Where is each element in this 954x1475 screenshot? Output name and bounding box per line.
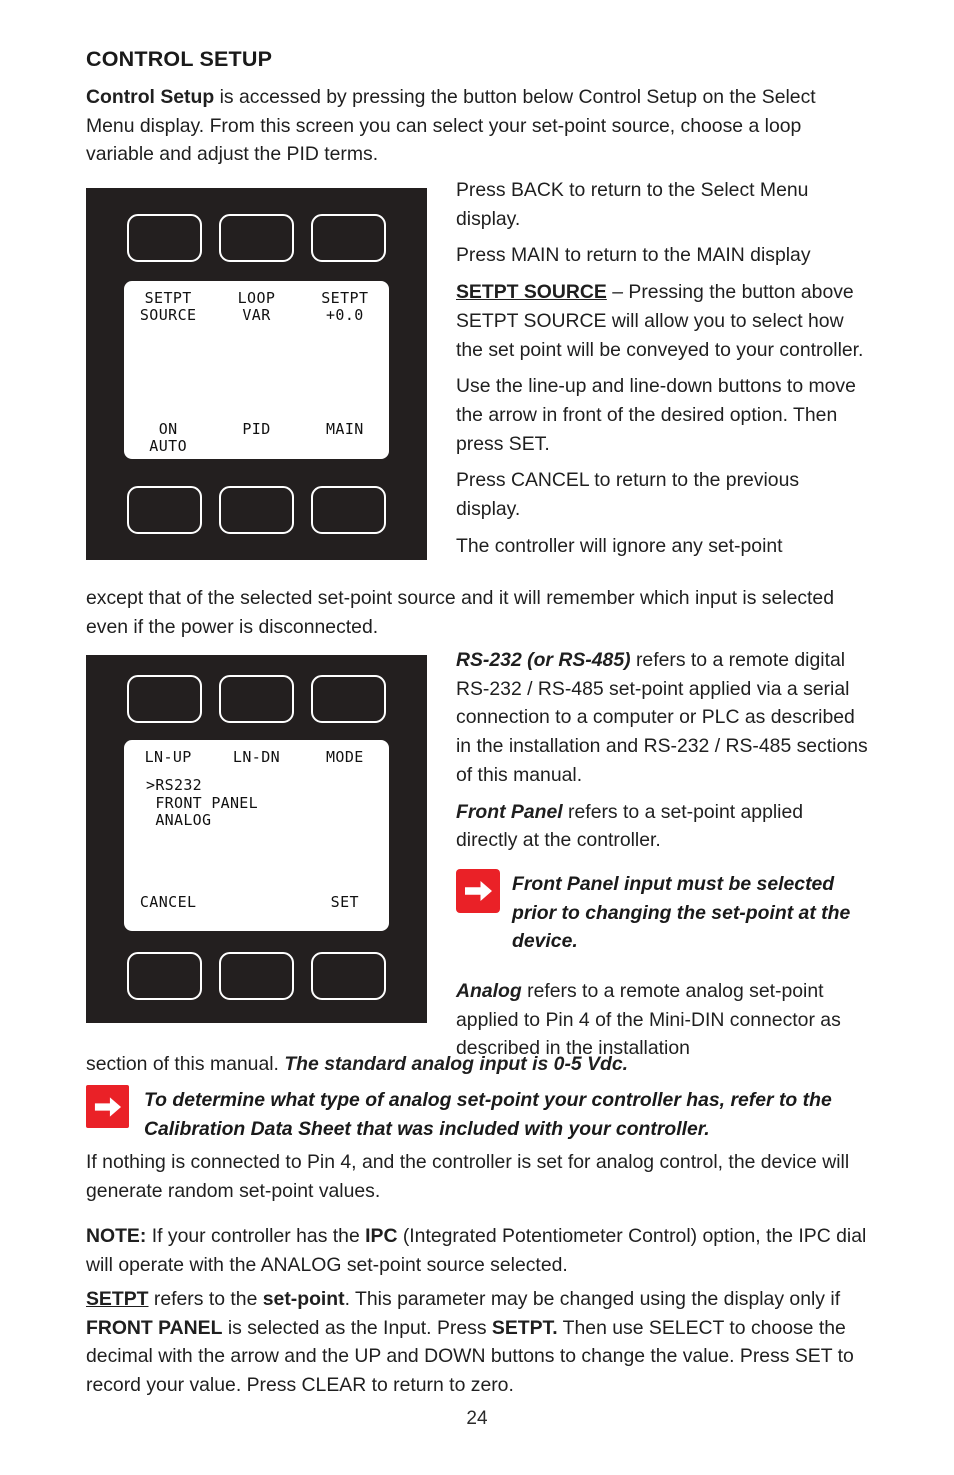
device1-bottom-button-1[interactable] [127,486,202,534]
analog-term: Analog [456,980,522,1002]
press-cancel-paragraph: Press CANCEL to return to the previous d… [456,469,800,521]
press-back-paragraph: Press BACK to return to the Select Menu … [456,179,809,230]
rs232-paragraph: RS-232 (or RS-485) refers to a remote di… [456,646,868,790]
lcd-label-setpt-value: SETPT +0.0 [321,289,369,324]
device1-bottom-button-3[interactable] [311,486,386,534]
ipc-term: IPC [365,1225,398,1247]
full-width-paragraph-3: If nothing is connected to Pin 4, and th… [86,1148,872,1205]
lcd-label-on-auto: ON AUTO [149,420,188,455]
pin4-paragraph: If nothing is connected to Pin 4, and th… [86,1151,850,1202]
setpt-seg-c: is selected as the Input. Press [222,1316,492,1339]
front-panel-bold: FRONT PANEL [86,1316,223,1339]
lcd-label-cancel: CANCEL [139,893,197,911]
device1-top-button-3[interactable] [311,214,386,262]
device2-bottom-button-2[interactable] [219,952,294,1000]
callout-front-panel-warning: Front Panel input must be selected prior… [456,869,868,956]
full-width-paragraph-1: except that of the selected set-point so… [86,584,870,641]
document-page: CONTROL SETUP Control Setup is accessed … [0,0,954,1475]
line-buttons-paragraph: Use the line-up and line-down buttons to… [456,375,856,455]
device1-top-button-1[interactable] [127,214,202,262]
setpt-seg-b: . This parameter may be changed using th… [344,1288,841,1310]
setpt-source-paragraph: SETPT SOURCE – Pressing the button above… [456,278,868,364]
device2-top-button-1[interactable] [127,675,202,723]
callout-calibration-data-sheet: To determine what type of analog set-poi… [86,1085,876,1143]
set-point-term: set-point [262,1288,345,1310]
device2-top-button-2[interactable] [219,675,294,723]
front-panel-term: Front Panel [456,800,563,823]
device1-lcd-bottom-row: ON AUTO PID MAIN [124,421,389,455]
lcd-label-ln-up: LN-UP [144,748,192,766]
setpt-seg-a: refers to the [148,1288,263,1310]
note-seg-a: If your controller has the [146,1225,366,1247]
arrow-right-icon [456,869,500,913]
device1-bottom-button-2[interactable] [219,486,294,534]
setpt-source-select-display: LN-UP LN-DN MODE >RS232 FRONT PANEL ANAL… [86,655,427,1023]
callout-2-text: To determine what type of analog set-poi… [144,1089,832,1140]
setpt-paragraph-body: SETPT refers to the set-point. This para… [86,1285,876,1400]
device1-top-button-2[interactable] [219,214,294,262]
device2-lcd-screen: LN-UP LN-DN MODE >RS232 FRONT PANEL ANAL… [124,740,389,931]
full-width-paragraph-1-text: except that of the selected set-point so… [86,587,834,638]
device2-lcd-top-row: LN-UP LN-DN MODE [124,749,389,766]
page-number: 24 [466,1408,488,1429]
intro-lead-bold: Control Setup [86,86,215,108]
device1-bottom-button-row [86,486,427,534]
lcd-label-mode: MODE [325,748,364,766]
device2-top-button-row [86,675,427,723]
arrow-right-icon [86,1085,129,1128]
device2-bottom-button-3[interactable] [311,952,386,1000]
lcd-label-main: MAIN [325,420,364,438]
setpt-paragraph: SETPT refers to the set-point. This para… [86,1285,876,1400]
setpt-command: SETPT. [491,1316,558,1339]
intro-paragraph: Control Setup is accessed by pressing th… [86,83,866,169]
note-label: NOTE: [86,1225,147,1247]
lcd-label-loop-var: LOOP VAR [237,289,276,324]
controller-ignore-paragraph: The controller will ignore any set-point [456,534,783,557]
lcd-label-set: SET [330,893,359,911]
right-column-block-1: Press BACK to return to the Select Menu … [456,176,868,560]
device1-top-button-row [86,214,427,262]
press-main-paragraph: Press MAIN to return to the MAIN display [456,244,811,267]
device1-lcd-top-row: SETPT SOURCE LOOP VAR SETPT +0.0 [124,290,389,324]
rs232-term: RS-232 (or RS-485) [456,649,631,671]
lcd-source-option-list[interactable]: >RS232 FRONT PANEL ANALOG [146,776,258,830]
standard-analog-input-note: The standard analog input is 0-5 Vdc. [284,1053,629,1075]
control-setup-display: SETPT SOURCE LOOP VAR SETPT +0.0 ON AUTO… [86,188,427,560]
lcd-label-setpt-source: SETPT SOURCE [139,289,197,324]
full-width-paragraph-2-body: section of this manual. The standard ana… [86,1050,870,1079]
device2-bottom-button-row [86,952,427,1000]
note-paragraph-body: NOTE: If your controller has the IPC (In… [86,1222,872,1279]
page-title: CONTROL SETUP [86,47,273,71]
lcd-label-pid: PID [242,420,271,438]
callout-1-text: Front Panel input must be selected prior… [512,873,851,953]
front-panel-paragraph: Front Panel refers to a set-point applie… [456,798,868,855]
right-column-block-2: RS-232 (or RS-485) refers to a remote di… [456,646,868,855]
lcd-label-ln-dn: LN-DN [232,748,281,766]
device2-lcd-bottom-row: CANCEL SET [124,894,389,911]
full-width-paragraph-2: section of this manual. The standard ana… [86,1050,870,1079]
device2-top-button-3[interactable] [311,675,386,723]
device2-bottom-button-1[interactable] [127,952,202,1000]
setpt-source-term: SETPT SOURCE [456,281,607,304]
device1-lcd-screen: SETPT SOURCE LOOP VAR SETPT +0.0 ON AUTO… [124,281,389,459]
analog-section-plain: section of this manual. [86,1053,285,1075]
setpt-term: SETPT [86,1288,149,1310]
note-paragraph: NOTE: If your controller has the IPC (In… [86,1222,872,1279]
